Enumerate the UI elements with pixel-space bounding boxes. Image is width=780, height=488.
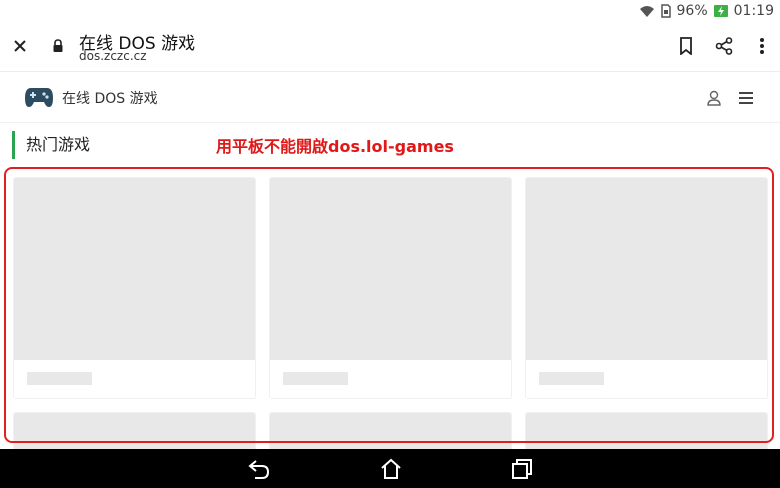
bookmark-icon[interactable] [674, 34, 698, 58]
close-icon[interactable] [10, 36, 30, 56]
game-thumbnail-placeholder [526, 178, 767, 360]
status-icons: 96% 01:19 [639, 2, 774, 20]
wifi-icon [639, 5, 655, 18]
site-name[interactable]: 在线 DOS 游戏 [62, 88, 158, 108]
game-card[interactable] [269, 412, 512, 449]
back-icon[interactable] [247, 458, 271, 480]
game-label-placeholder [283, 372, 348, 385]
game-card[interactable] [13, 177, 256, 399]
home-icon[interactable] [379, 458, 403, 480]
url-text[interactable]: dos.zczc.cz [79, 49, 147, 63]
game-thumbnail-placeholder [14, 413, 255, 449]
battery-charging-icon [713, 4, 728, 18]
user-icon[interactable] [706, 89, 722, 107]
game-thumbnail-placeholder [270, 178, 511, 360]
battery-level: 96% [676, 3, 708, 19]
game-thumbnail-placeholder [270, 413, 511, 449]
game-label-placeholder [539, 372, 604, 385]
clock: 01:19 [733, 3, 774, 19]
game-card[interactable] [525, 412, 768, 449]
lock-icon [52, 38, 64, 52]
section-title: 热门游戏 [12, 131, 90, 159]
more-vertical-icon[interactable] [750, 34, 774, 58]
game-label-placeholder [27, 372, 92, 385]
annotation-text: 用平板不能開啟dos.lol-games [216, 137, 454, 156]
game-card[interactable] [13, 412, 256, 449]
game-card[interactable] [525, 177, 768, 399]
sim-icon [660, 4, 671, 18]
game-grid [13, 177, 769, 449]
recent-apps-icon[interactable] [510, 458, 534, 480]
navigation-bar [0, 449, 780, 488]
game-thumbnail-placeholder [14, 178, 255, 360]
browser-toolbar: 在线 DOS 游戏 dos.zczc.cz [0, 22, 780, 72]
share-icon[interactable] [712, 34, 736, 58]
gamepad-icon[interactable] [24, 85, 54, 109]
status-bar: 96% 01:19 [0, 0, 780, 22]
toolbar-actions [674, 34, 774, 58]
game-card[interactable] [269, 177, 512, 399]
menu-icon[interactable] [736, 88, 756, 108]
game-thumbnail-placeholder [526, 413, 767, 449]
site-header: 在线 DOS 游戏 [0, 73, 780, 123]
